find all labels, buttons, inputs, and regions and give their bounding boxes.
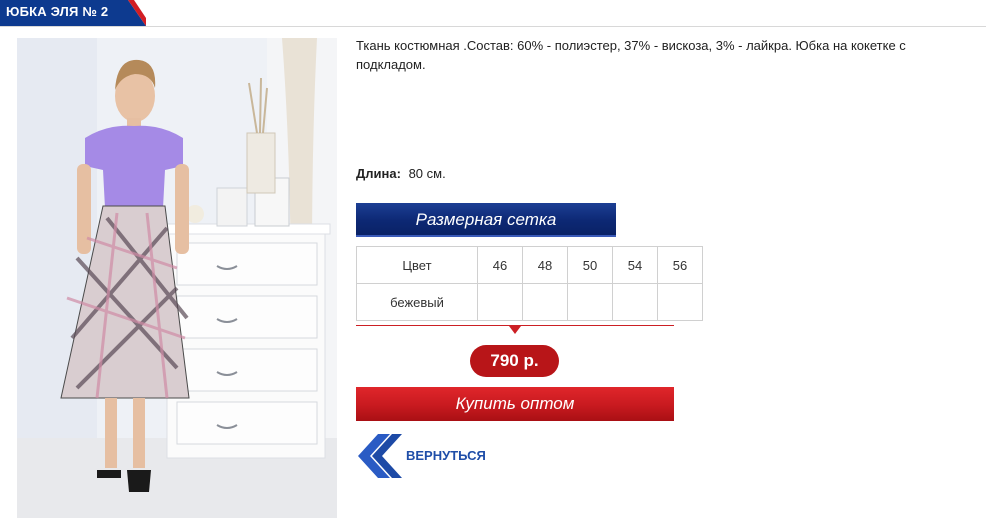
back-link[interactable]: ВЕРНУТЬСЯ: [356, 432, 516, 480]
size-header-cell: 50: [567, 246, 613, 284]
size-qty-cell[interactable]: [567, 283, 613, 321]
size-qty-cell[interactable]: [612, 283, 658, 321]
buy-wholesale-button[interactable]: Купить оптом: [356, 387, 674, 421]
size-qty-cell[interactable]: [522, 283, 568, 321]
product-description: Ткань костюмная .Состав: 60% - полиэстер…: [356, 38, 906, 72]
size-table: Цвет 46 48 50 54 56 бежевый: [356, 246, 703, 321]
size-header-cell: 56: [657, 246, 703, 284]
size-qty-cell[interactable]: [657, 283, 703, 321]
double-chevron-left-icon: [358, 434, 402, 478]
product-photo: [17, 38, 337, 518]
title-divider: [0, 26, 986, 27]
size-header-cell: 46: [477, 246, 523, 284]
length-info: Длина: 80 см.: [356, 166, 446, 181]
back-label[interactable]: ВЕРНУТЬСЯ: [406, 448, 486, 463]
length-label: Длина:: [356, 166, 401, 181]
table-row: бежевый: [356, 283, 703, 321]
size-qty-cell[interactable]: [477, 283, 523, 321]
length-value: 80 см.: [408, 166, 446, 181]
product-title-tab: ЮБКА ЭЛЯ № 2: [0, 0, 146, 26]
size-chart-button[interactable]: Размерная сетка: [356, 203, 616, 237]
size-header-cell: 48: [522, 246, 568, 284]
price-badge: 790 р.: [470, 345, 559, 377]
size-table-header-row: Цвет 46 48 50 54 56: [356, 246, 703, 284]
price-pointer: [509, 326, 521, 334]
size-header-cell: 54: [612, 246, 658, 284]
color-cell: бежевый: [356, 283, 478, 321]
page-title: ЮБКА ЭЛЯ № 2: [6, 4, 109, 19]
color-header-cell: Цвет: [356, 246, 478, 284]
